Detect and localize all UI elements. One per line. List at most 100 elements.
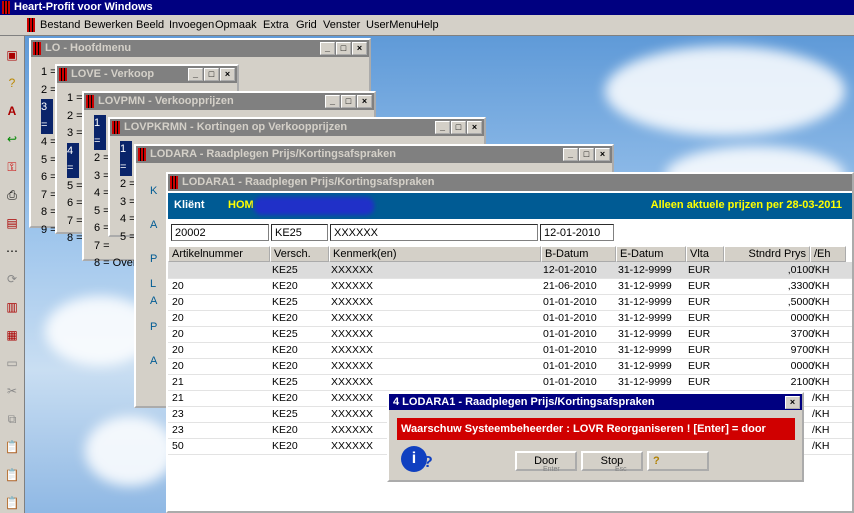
table-cell-k: XXXXXX [331, 424, 374, 436]
maximize-icon[interactable]: □ [204, 68, 219, 81]
col-header-edatum[interactable]: E-Datum [616, 246, 686, 262]
cut-icon[interactable]: ✂ [3, 382, 21, 400]
form-icon[interactable]: ▤ [3, 214, 21, 232]
help-button[interactable]: ? [647, 451, 709, 471]
close-icon[interactable]: × [352, 42, 367, 55]
minimize-icon[interactable]: _ [563, 148, 578, 161]
kenmerk-field[interactable]: XXXXXX [330, 224, 538, 241]
table-cell-vl: EUR [688, 344, 711, 356]
window2-icon[interactable]: ▭ [3, 354, 21, 372]
maximize-icon[interactable]: □ [579, 148, 594, 161]
table-cell-eh: /KH [812, 408, 830, 420]
menu-option[interactable]: 7 = [67, 213, 83, 231]
chart-icon[interactable]: ▦ [3, 326, 21, 344]
maximize-icon[interactable]: □ [451, 121, 466, 134]
refresh-icon[interactable]: ⟳ [3, 270, 21, 288]
col-header-stndrd-prys[interactable]: Stndrd Prys [724, 246, 810, 262]
menu-option[interactable]: 8 = [67, 230, 83, 248]
menu-bestand[interactable]: Bestand [40, 19, 80, 31]
menu-help[interactable]: Help [416, 19, 439, 31]
col-header-eh[interactable]: /Eh [810, 246, 846, 262]
minimize-icon[interactable]: _ [320, 42, 335, 55]
stop-button[interactable]: Stop Esc [581, 451, 643, 473]
dots-icon[interactable]: ⋯ [3, 242, 21, 260]
menu-option-selected[interactable]: 1 = [94, 115, 106, 150]
app-logo-icon [2, 1, 10, 14]
window-lovpkrmn-titlebar[interactable]: LOVPKRMN - Kortingen op Verkoopprijzen _… [110, 119, 484, 136]
window-lodara-title: LODARA - Raadplegen Prijs/Kortingsafspra… [150, 148, 396, 160]
window-lodara1-titlebar[interactable]: LODARA1 - Raadplegen Prijs/Kortingsafspr… [168, 174, 852, 191]
table-row[interactable]: KE25 XXXXXX 12-01-2010 31-12-9999 EUR ,0100/K… [168, 262, 852, 279]
col-header-vlta[interactable]: Vlta [686, 246, 724, 262]
menu-option-selected[interactable]: 1 = [120, 141, 132, 176]
menu-option[interactable]: 6 = [67, 195, 83, 213]
clipboard-icon[interactable]: 📋 [3, 494, 21, 512]
menu-option[interactable]: 5 = [67, 178, 83, 196]
table-cell-e: 31-12-9999 [618, 344, 672, 356]
col-header-kenmerken[interactable]: Kenmerk(en) [329, 246, 541, 262]
maximize-icon[interactable]: □ [341, 95, 356, 108]
print-icon[interactable]: ⎙ [3, 186, 21, 204]
page-icon[interactable]: ▥ [3, 298, 21, 316]
minimize-icon[interactable]: _ [435, 121, 450, 134]
window-lo-titlebar[interactable]: LO - Hoofdmenu _ □ × [31, 40, 369, 57]
table-cell-art: 20 [172, 312, 184, 324]
table-row[interactable]: 20 KE20 XXXXXX 21-06-2010 31-12-9999 EUR ,3300… [168, 278, 852, 295]
code-field[interactable]: KE25 [271, 224, 328, 241]
door-button[interactable]: Door Enter [515, 451, 577, 473]
close-icon[interactable]: × [785, 396, 800, 409]
close-icon[interactable]: × [467, 121, 482, 134]
menu-extra[interactable]: Extra [263, 19, 289, 31]
close-icon[interactable]: × [357, 95, 372, 108]
col-header-bdatum[interactable]: B-Datum [541, 246, 616, 262]
date-field[interactable]: 12-01-2010 [540, 224, 614, 241]
menu-option[interactable]: 2 = [67, 108, 83, 126]
window-love-titlebar[interactable]: LOVE - Verkoop _ □ × [57, 66, 237, 83]
app-title-bar: Heart-Profit voor Windows [0, 0, 854, 15]
table-row[interactable]: 20 KE25 XXXXXX 01-01-2010 31-12-9999 EUR ,5000… [168, 294, 852, 311]
col-header-artikelnummer[interactable]: Artikelnummer [168, 246, 270, 262]
help-icon[interactable]: ? [3, 74, 21, 92]
menu-option[interactable]: 3 = [67, 125, 83, 143]
warning-dialog[interactable]: 4 LODARA1 - Raadplegen Prijs/Kortingsafs… [387, 392, 804, 482]
table-row[interactable]: 20 KE25 XXXXXX 01-01-2010 31-12-9999 EUR 3700/… [168, 326, 852, 343]
copy-icon[interactable]: ⧉ [3, 410, 21, 428]
table-row[interactable]: 21 KE25 XXXXXX 01-01-2010 31-12-9999 EUR 2100/… [168, 374, 852, 391]
maximize-icon[interactable]: □ [336, 42, 351, 55]
table-cell-b: 01-01-2010 [543, 376, 597, 388]
key-icon[interactable]: ⚿ [3, 158, 21, 176]
table-row[interactable]: 20 KE20 XXXXXX 01-01-2010 31-12-9999 EUR 0000/… [168, 358, 852, 375]
menu-venster[interactable]: Venster [323, 19, 360, 31]
table-cell-v: KE20 [272, 392, 298, 404]
spelling-icon[interactable]: A [3, 102, 21, 120]
table-cell-art: 23 [172, 408, 184, 420]
menu-invoegen[interactable]: Invoegen [169, 19, 214, 31]
client-number-field[interactable]: 20002 [171, 224, 269, 241]
close-icon[interactable]: × [220, 68, 235, 81]
return-icon[interactable]: ↩ [3, 130, 21, 148]
window-icon[interactable]: ▣ [3, 46, 21, 64]
menu-bar: Bestand Bewerken Beeld Invoegen Opmaak E… [0, 15, 854, 36]
paste-icon[interactable]: 📋 [3, 438, 21, 456]
menu-usermenu[interactable]: UserMenu [366, 19, 417, 31]
table-row[interactable]: 20 KE20 XXXXXX 01-01-2010 31-12-9999 EUR 0000/… [168, 310, 852, 327]
table-row[interactable]: 20 KE20 XXXXXX 01-01-2010 31-12-9999 EUR 9700/… [168, 342, 852, 359]
menu-bewerken[interactable]: Bewerken [84, 19, 133, 31]
menu-option-selected[interactable]: 4 = [67, 142, 79, 178]
dialog-titlebar[interactable]: 4 LODARA1 - Raadplegen Prijs/Kortingsafs… [389, 394, 802, 410]
close-icon[interactable]: × [595, 148, 610, 161]
window-logo-icon [33, 42, 41, 55]
window-lodara-titlebar[interactable]: LODARA - Raadplegen Prijs/Kortingsafspra… [136, 146, 612, 163]
minimize-icon[interactable]: _ [325, 95, 340, 108]
menu-grid[interactable]: Grid [296, 19, 317, 31]
menu-beeld[interactable]: Beeld [136, 19, 164, 31]
menu-option[interactable]: 1 = [67, 90, 83, 108]
window-lovpmn-titlebar[interactable]: LOVPMN - Verkoopprijzen _ □ × [84, 93, 374, 110]
table-cell-eh: /KH [812, 328, 830, 340]
menu-option[interactable]: 8 = Over [94, 255, 137, 273]
menu-option-selected[interactable]: 3 = [41, 99, 53, 134]
col-header-versch[interactable]: Versch. [270, 246, 329, 262]
minimize-icon[interactable]: _ [188, 68, 203, 81]
menu-opmaak[interactable]: Opmaak [215, 19, 257, 31]
paste-special-icon[interactable]: 📋 [3, 466, 21, 484]
